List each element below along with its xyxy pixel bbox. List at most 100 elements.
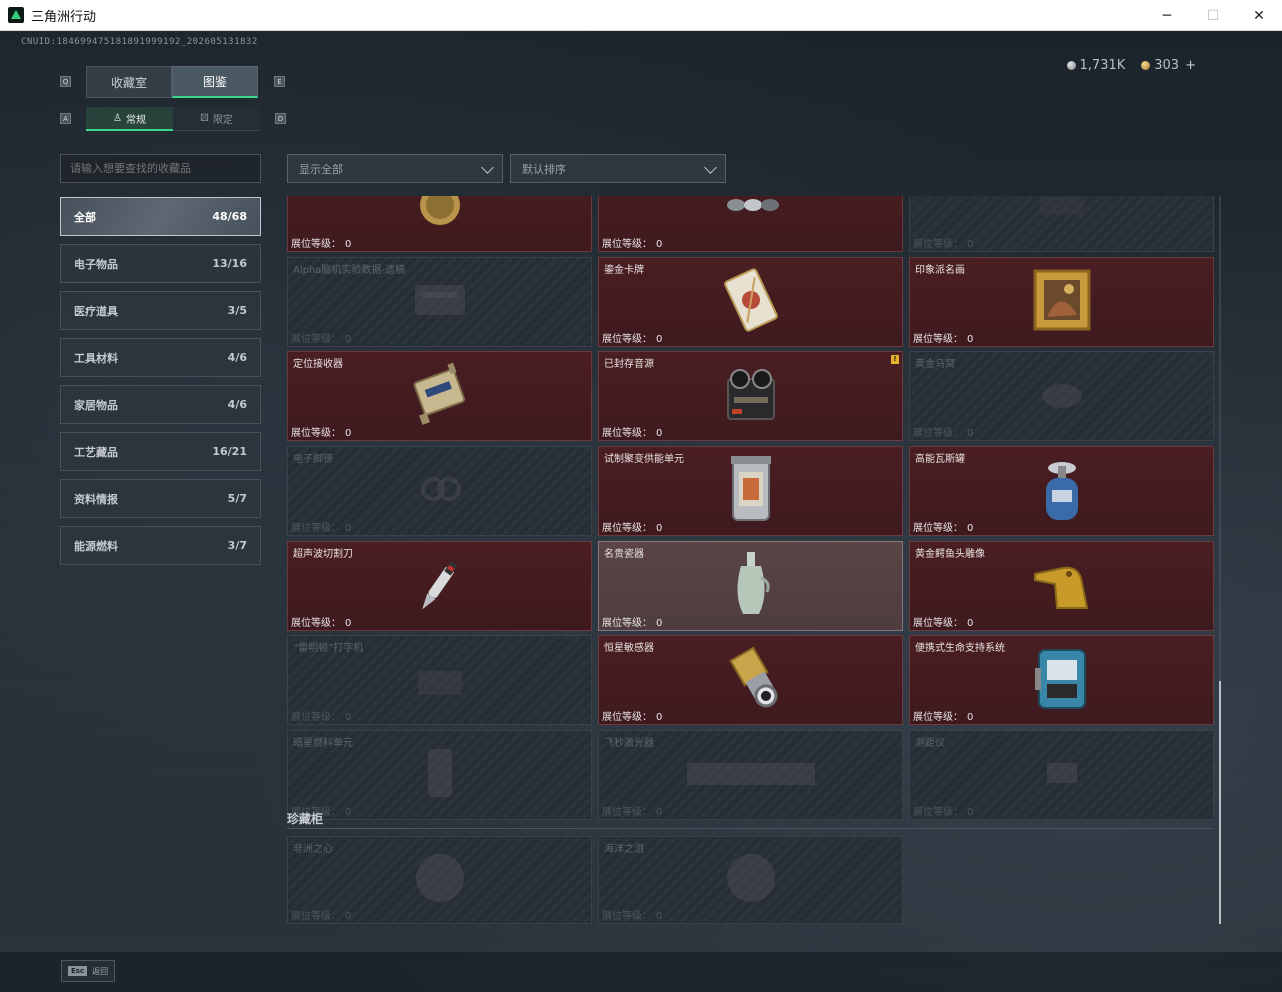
category-medical[interactable]: 医疗道具 3/5 <box>60 291 261 330</box>
item-card[interactable]: 电子脚镣展位等级： 0 <box>287 446 592 537</box>
item-name: 印象派名画 <box>915 264 965 276</box>
next-subtab-key-hint: D <box>275 113 286 124</box>
fusion-cell-icon <box>723 454 779 528</box>
booth-level: 展位等级： 0 <box>291 712 352 724</box>
close-window-button[interactable]: ✕ <box>1236 0 1282 31</box>
category-household[interactable]: 家居物品 4/6 <box>60 385 261 424</box>
back-label: 返回 <box>92 966 109 976</box>
item-card[interactable]: 定位接收器展位等级： 0 <box>287 351 592 442</box>
cabinet-grid: 非洲之心 展位等级： 0 海洋之泪 展位等级： 0 <box>287 836 903 924</box>
item-card[interactable]: “雷明顿”打字机 展位等级： 0 <box>287 635 592 726</box>
subtab-limited[interactable]: ⚄ 限定 <box>173 107 260 131</box>
item-name: 黄金乌窝 <box>915 359 955 371</box>
item-card[interactable]: 非洲之心展位等级： 0 <box>287 836 592 924</box>
item-card[interactable]: 展位等级： 0 <box>287 196 592 252</box>
item-name: “雷明顿”打字机 <box>293 643 364 655</box>
typewriter-icon <box>410 653 470 707</box>
booth-level: 展位等级： 0 <box>602 617 663 629</box>
item-card[interactable]: 已封存音源! 展位等级： 0 <box>598 351 903 442</box>
booth-level: 展位等级： 0 <box>913 617 974 629</box>
next-tab-key-hint: E <box>274 76 285 87</box>
booth-level: 展位等级： 0 <box>913 523 974 535</box>
booth-level: 展位等级： 0 <box>291 428 352 440</box>
rangefinder-icon <box>1037 753 1087 797</box>
add-currency-button[interactable]: + <box>1185 58 1196 73</box>
item-card[interactable]: 暗星燃料单元 展位等级： 0 <box>287 730 592 821</box>
item-card[interactable]: 试制聚变供能单元 展位等级： 0 <box>598 446 903 537</box>
category-intel[interactable]: 资料情报 5/7 <box>60 479 261 518</box>
tab-catalog[interactable]: 图鉴 <box>172 66 258 98</box>
scrollbar-thumb[interactable] <box>1219 681 1221 924</box>
booth-level: 展位等级： 0 <box>291 617 352 629</box>
booth-level: 展位等级： 0 <box>291 911 352 922</box>
croc-statue-icon <box>1029 554 1095 618</box>
item-name: 电子脚镣 <box>293 454 333 466</box>
shackle-icon <box>415 464 465 518</box>
prev-subtab-key-hint: A <box>60 113 71 124</box>
item-name: 定位接收器 <box>293 359 343 371</box>
cutter-icon <box>405 549 475 623</box>
booth-level: 展位等级： 0 <box>602 523 663 535</box>
item-card[interactable]: 名贵瓷器展位等级： 0 <box>598 540 903 631</box>
app-logo-icon <box>8 7 24 23</box>
item-name: 飞秒激光器 <box>604 738 654 750</box>
item-name: 试制聚变供能单元 <box>604 454 684 466</box>
category-all[interactable]: 全部 48/68 <box>60 197 261 236</box>
silver-currency: 1,731K <box>1066 58 1125 73</box>
subtab-regular[interactable]: ♙ 常规 <box>86 107 173 131</box>
grid-scrollbar[interactable] <box>1219 196 1221 924</box>
back-button[interactable]: Esc 返回 <box>61 960 115 982</box>
item-card[interactable]: 黄金乌窝 展位等级： 0 <box>909 351 1214 442</box>
item-card[interactable]: 便携式生命支持系统 展位等级： 0 <box>909 635 1214 726</box>
booth-level: 展位等级： 0 <box>602 712 663 724</box>
category-tools[interactable]: 工具材料 4/6 <box>60 338 261 377</box>
category-energy[interactable]: 能源燃料 3/7 <box>60 526 261 565</box>
item-card[interactable]: Alpha脑机实验数据-遗稿 展位等级： 0 <box>287 256 592 347</box>
item-card[interactable]: 高能瓦斯罐 展位等级： 0 <box>909 446 1214 537</box>
item-card[interactable]: 飞秒激光器 展位等级： 0 <box>598 730 903 821</box>
category-list: 全部 48/68 电子物品 13/16 医疗道具 3/5 工具材料 4/6 家居物品 4/… <box>60 197 261 573</box>
tab-collection-room[interactable]: 收藏室 <box>86 66 172 98</box>
category-electronics[interactable]: 电子物品 13/16 <box>60 244 261 283</box>
category-crafts[interactable]: 工艺藏品 16/21 <box>60 432 261 471</box>
minimize-button[interactable]: ─ <box>1144 0 1190 31</box>
booth-level: 展位等级： 0 <box>602 911 663 922</box>
laser-icon <box>681 753 821 797</box>
silver-coin-icon <box>1066 61 1076 70</box>
item-card[interactable]: 印象派名画展位等级： 0 <box>909 256 1214 347</box>
tape-recorder-icon <box>718 363 784 429</box>
booth-level: 展位等级： 0 <box>291 523 352 535</box>
item-name: 已封存音源 <box>604 359 654 371</box>
cabinet-title: 珍藏柜 <box>287 812 324 826</box>
item-card[interactable]: 超声波切割刀 展位等级： 0 <box>287 540 592 631</box>
filter-dropdown[interactable]: 显示全部 <box>287 154 503 183</box>
item-name: 非洲之心 <box>293 844 333 855</box>
star-sensor-icon <box>718 645 784 715</box>
item-name: 名贵瓷器 <box>604 548 644 560</box>
item-name: 海洋之泪 <box>604 844 644 855</box>
maximize-button[interactable]: ☐ <box>1190 0 1236 31</box>
booth-level: 展位等级： 0 <box>913 712 974 724</box>
regular-icon: ♙ <box>113 112 122 124</box>
warning-icon: ! <box>891 355 899 365</box>
fuel-cell-icon <box>420 743 460 807</box>
search-input[interactable] <box>60 154 261 183</box>
item-name: 测距仪 <box>915 738 945 750</box>
item-card[interactable]: 海洋之泪展位等级： 0 <box>598 836 903 924</box>
gem-icon <box>405 848 475 912</box>
item-card[interactable]: 恒星敏感器 展位等级： 0 <box>598 635 903 726</box>
item-grid-viewport: 展位等级： 0 展位等级： 0 展位等级： 0 Alpha脑机实验数据-遗稿 展位等级： 0 鎏金… <box>287 196 1215 924</box>
item-card[interactable]: 展位等级： 0 <box>598 196 903 252</box>
sort-dropdown[interactable]: 默认排序 <box>510 154 726 183</box>
booth-level: 展位等级： 0 <box>913 333 974 345</box>
booth-level: 展位等级： 0 <box>291 333 352 345</box>
sub-tabs: ♙ 常规 ⚄ 限定 <box>86 107 260 131</box>
gas-canister-icon <box>1034 454 1090 528</box>
item-card[interactable]: 鎏金卡牌 展位等级： 0 <box>598 256 903 347</box>
item-card[interactable]: 展位等级： 0 <box>909 196 1214 252</box>
item-name: Alpha脑机实验数据-遗稿 <box>293 264 406 276</box>
painting-icon <box>1031 267 1093 337</box>
gold-currency[interactable]: 303 + <box>1141 58 1196 73</box>
item-card[interactable]: 黄金鳄鱼头雕像 展位等级： 0 <box>909 540 1214 631</box>
item-card[interactable]: 测距仪 展位等级： 0 <box>909 730 1214 821</box>
